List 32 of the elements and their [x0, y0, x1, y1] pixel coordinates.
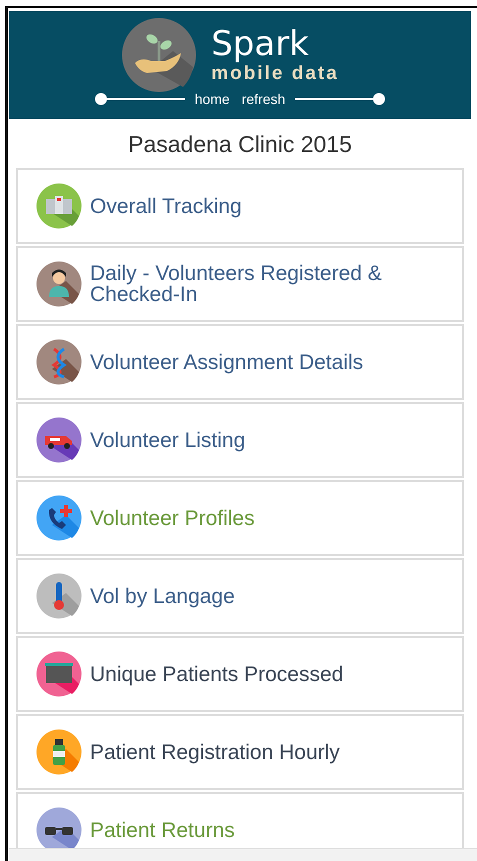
menu-item[interactable]: Volunteer Profiles	[16, 480, 464, 556]
menu-item-label: Volunteer Listing	[90, 430, 246, 450]
chalkboard-icon	[36, 651, 82, 697]
menu-item-label: Patient Returns	[90, 820, 235, 840]
menu-item[interactable]: Vol by Langage	[16, 558, 464, 634]
app-title: Spark	[211, 25, 310, 63]
ambulance-icon	[36, 417, 82, 463]
app-subtitle: mobile data	[211, 63, 339, 85]
menu-item-label: Vol by Langage	[90, 586, 235, 606]
menu-item[interactable]: Volunteer Assignment Details	[16, 324, 464, 400]
dna-icon	[36, 339, 82, 385]
hand-sprout-logo-icon	[121, 17, 198, 93]
menu-item[interactable]: Patient Registration Hourly	[16, 714, 464, 790]
phone-icon	[36, 495, 82, 541]
hospital-icon	[36, 183, 82, 229]
menu-item-label: Overall Tracking	[90, 196, 242, 216]
page-title: Pasadena Clinic 2015	[127, 131, 353, 158]
nurse-icon	[36, 261, 82, 307]
menu-item-label: Volunteer Assignment Details	[90, 352, 364, 372]
menu-item-label: Daily - Volunteers Registered & Checked-In	[90, 263, 383, 305]
menu-item[interactable]: Volunteer Listing	[16, 402, 464, 478]
menu-item[interactable]: Daily - Volunteers Registered & Checked-In	[16, 246, 464, 322]
menu-item-label: Volunteer Profiles	[90, 508, 255, 528]
menu-item[interactable]: Overall Tracking	[16, 168, 464, 244]
nav-link[interactable]: refresh	[242, 91, 286, 107]
menu-item-label: Patient Registration Hourly	[90, 742, 340, 762]
nav-link[interactable]: home	[194, 91, 230, 107]
menu-item-label: Unique Patients Processed	[90, 664, 344, 684]
bottle-icon	[36, 729, 82, 775]
thermometer-icon	[36, 573, 82, 619]
menu-item[interactable]: Unique Patients Processed	[16, 636, 464, 712]
menu-item[interactable]: Patient Returns	[16, 792, 464, 848]
